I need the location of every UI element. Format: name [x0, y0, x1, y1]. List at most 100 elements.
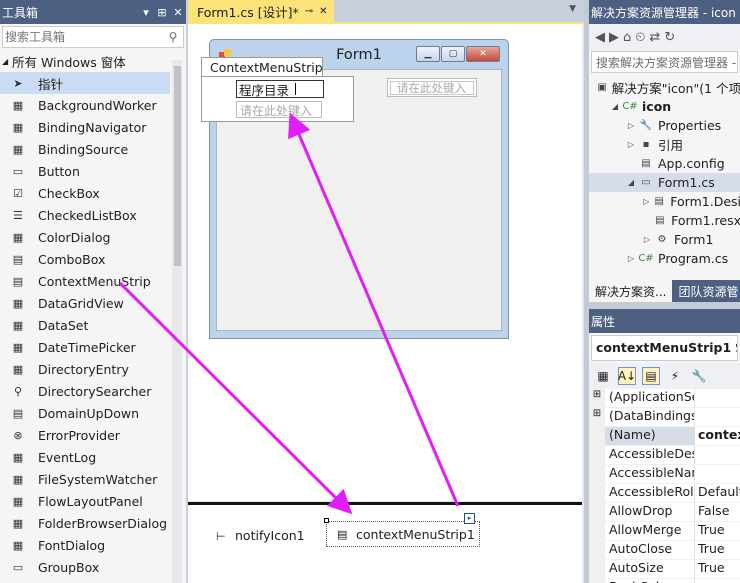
toolbox-item[interactable]: ➤ 指针 [0, 72, 170, 94]
tab-team-explorer[interactable]: 团队资源管 [672, 280, 740, 302]
tree-node[interactable]: ▤ App.config [589, 154, 740, 173]
expand-icon[interactable]: ⊞ [589, 408, 605, 426]
solution-search-input[interactable]: 搜索解决方案资源管理器 - [591, 51, 738, 73]
refresh-icon[interactable]: ↻ [664, 30, 675, 45]
property-value[interactable] [695, 579, 740, 583]
property-row[interactable]: AccessibleRole Default [589, 484, 740, 503]
expand-icon[interactable]: ⊞ [589, 389, 605, 407]
property-value[interactable] [695, 465, 740, 483]
toolbox-item[interactable]: ▦ BindingNavigator [0, 116, 170, 138]
expand-icon[interactable] [589, 579, 605, 583]
dropdown-icon[interactable]: ▾ [138, 6, 154, 19]
property-value[interactable]: context [695, 427, 740, 445]
property-value[interactable]: False [695, 503, 740, 521]
toolbox-item[interactable]: ▦ FlowLayoutPanel [0, 490, 170, 512]
expand-icon[interactable] [589, 522, 605, 540]
toolbox-item[interactable]: ☰ CheckedListBox [0, 204, 170, 226]
tree-node[interactable]: ▷ C# Program.cs [589, 249, 740, 268]
back-icon[interactable]: ◀ [595, 30, 605, 45]
home-icon[interactable]: ⌂ [623, 30, 631, 45]
toolbox-item[interactable]: ▦ ColorDialog [0, 226, 170, 248]
property-row[interactable]: AutoSize True [589, 560, 740, 579]
toolbox-item[interactable]: ▦ EventLog [0, 446, 170, 468]
toolbox-item[interactable]: ▦ BindingSource [0, 138, 170, 160]
expand-icon[interactable] [589, 465, 605, 483]
maximize-icon[interactable]: ▢ [441, 46, 465, 62]
search-icon[interactable]: ⚲ [165, 30, 181, 44]
toolbox-item[interactable]: ▦ FolderBrowserDialog [0, 512, 170, 534]
menu-item-placeholder[interactable]: 请在此处键入 [236, 101, 322, 118]
categorized-icon[interactable]: ▦ [594, 367, 612, 385]
sync-icon[interactable]: ⇄ [649, 30, 660, 45]
tab-form1-design[interactable]: Form1.cs [设计]* ⊸ ✕ [188, 0, 334, 22]
toolbox-group-header[interactable]: ◢ 所有 Windows 窗体 [0, 50, 186, 72]
property-value[interactable] [695, 389, 740, 407]
context-menu-strip-header[interactable]: ContextMenuStrip [201, 57, 323, 78]
property-value[interactable]: True [695, 541, 740, 559]
expander-icon[interactable]: ◢ [625, 178, 637, 187]
scrollbar-thumb[interactable] [174, 66, 181, 266]
tree-node[interactable]: ▷ ▤ Form1.Desi [589, 192, 740, 211]
tab-solution-explorer[interactable]: 解决方案资... [589, 280, 673, 302]
property-row[interactable]: ⊞ (ApplicationSet [589, 389, 740, 408]
toolbox-item[interactable]: ☑ CheckBox [0, 182, 170, 204]
toolbox-item[interactable]: ▦ DataSet [0, 314, 170, 336]
toolbox-item[interactable]: ▦ FileSystemWatcher [0, 468, 170, 490]
close-icon[interactable]: ✕ [466, 46, 500, 62]
toolbox-item[interactable]: ⊗ ErrorProvider [0, 424, 170, 446]
expander-icon[interactable]: ▷ [625, 254, 637, 263]
tree-node[interactable]: ▤ Form1.resx [589, 211, 740, 230]
toolbox-item[interactable]: ▦ DateTimePicker [0, 336, 170, 358]
tab-dropdown-icon[interactable]: ▼ [569, 4, 576, 14]
submenu-placeholder[interactable]: 请在此处键入 [390, 81, 474, 95]
pin-icon[interactable]: ⊞ [154, 6, 170, 19]
expand-icon[interactable] [589, 541, 605, 559]
toolbox-item[interactable]: ▦ DataGridView [0, 292, 170, 314]
toolbox-item[interactable]: ⚲ DirectorySearcher [0, 380, 170, 402]
property-value[interactable]: True [695, 522, 740, 540]
tree-node[interactable]: ▷ ▪ 引用 [589, 135, 740, 154]
collapse-arrow-icon[interactable]: ◢ [2, 57, 12, 66]
property-row[interactable]: AllowMerge True [589, 522, 740, 541]
tree-node[interactable]: ◢ C# icon [589, 97, 740, 116]
expand-icon[interactable] [589, 446, 605, 464]
tree-node[interactable]: ▣ 解决方案"icon"(1 个项 [589, 78, 740, 97]
property-row[interactable]: BackColor [589, 579, 740, 583]
toolbox-item[interactable]: ▦ DirectoryEntry [0, 358, 170, 380]
toolbox-item[interactable]: ▤ DomainUpDown [0, 402, 170, 424]
object-selector[interactable]: contextMenuStrip1 Syst [591, 335, 738, 361]
toolbox-item[interactable]: ▤ ContextMenuStrip [0, 270, 170, 292]
property-value[interactable] [695, 408, 740, 426]
history-icon[interactable]: ⏲ [635, 30, 645, 45]
expander-icon[interactable]: ▷ [641, 197, 651, 206]
design-surface[interactable]: Form1 ▁ ▢ ✕ ContextMenuStrip 程序目录 请在此处键入… [188, 24, 582, 501]
menu-item-editor[interactable]: 程序目录 [236, 80, 324, 98]
property-row[interactable]: AccessibleNam [589, 465, 740, 484]
expander-icon[interactable]: ▷ [641, 235, 653, 244]
minimize-icon[interactable]: ▁ [416, 46, 440, 62]
property-row[interactable]: AllowDrop False [589, 503, 740, 522]
property-value[interactable]: True [695, 560, 740, 578]
properties-icon[interactable]: ▤ [642, 367, 660, 385]
expand-icon[interactable] [589, 560, 605, 578]
pin-icon[interactable]: ⊸ [305, 6, 313, 17]
toolbox-item[interactable]: ▦ BackgroundWorker [0, 94, 170, 116]
expander-icon[interactable]: ◢ [609, 102, 621, 111]
forward-icon[interactable]: ▶ [609, 30, 619, 45]
toolbox-item[interactable]: ▭ GroupBox [0, 556, 170, 578]
toolbox-search-input[interactable] [5, 30, 165, 44]
toolbox-item[interactable]: ▤ ComboBox [0, 248, 170, 270]
tray-notifyicon[interactable]: ⊢ notifyIcon1 [216, 528, 305, 543]
expand-icon[interactable] [589, 427, 605, 445]
toolbox-item[interactable]: ▦ FontDialog [0, 534, 170, 556]
property-row[interactable]: ⊞ (DataBindings) [589, 408, 740, 427]
close-icon[interactable]: ✕ [170, 6, 186, 19]
alphabetical-icon[interactable]: A↓ [618, 367, 636, 385]
events-icon[interactable]: ⚡ [666, 367, 684, 385]
toolbox-item[interactable]: ▭ Button [0, 160, 170, 182]
close-icon[interactable]: ✕ [319, 6, 327, 17]
property-value[interactable] [695, 446, 740, 464]
tree-node[interactable]: ▷ 🔧 Properties [589, 116, 740, 135]
tree-node[interactable]: ▷ ⚙ Form1 [589, 230, 740, 249]
tray-contextmenustrip[interactable]: ▤ contextMenuStrip1 [326, 521, 480, 547]
